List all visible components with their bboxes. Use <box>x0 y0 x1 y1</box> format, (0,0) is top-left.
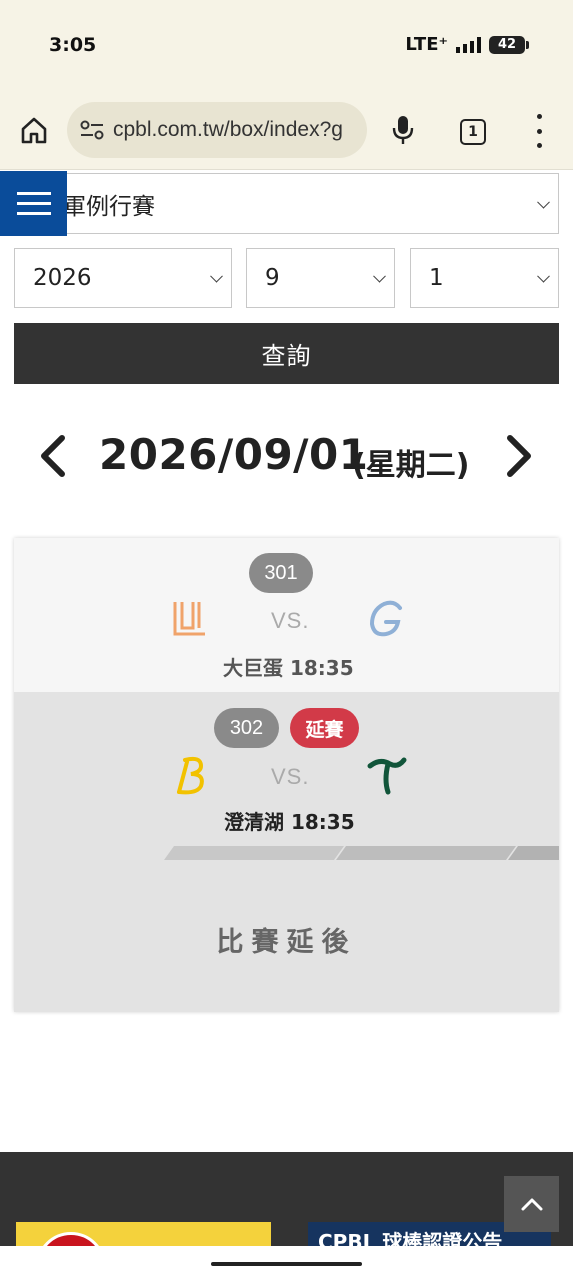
previous-day-icon[interactable] <box>38 434 68 478</box>
home-icon[interactable] <box>18 114 50 146</box>
chevron-down-icon <box>373 269 386 283</box>
site-settings-icon[interactable] <box>79 119 105 141</box>
day-select[interactable]: 1 <box>410 248 559 308</box>
game-number: 302 <box>214 708 279 748</box>
gesture-bar <box>0 1246 573 1280</box>
venue-time: 大巨蛋 18:35 <box>223 656 354 680</box>
game-type-value: 軍例行賽 <box>63 193 155 220</box>
year-value: 2026 <box>33 265 92 291</box>
game-card[interactable]: 302 延賽 VS. 澄清湖 18:35 比賽延後 <box>14 692 559 1012</box>
year-select[interactable]: 2026 <box>14 248 232 308</box>
microphone-icon[interactable] <box>390 114 416 146</box>
network-type: LTE⁺ <box>405 34 448 55</box>
vs-label: VS. <box>271 608 310 633</box>
chevron-down-icon <box>210 269 223 283</box>
browser-toolbar: cpbl.com.tw/box/index?g 1 <box>0 92 573 170</box>
month-value: 9 <box>265 265 280 291</box>
vs-label: VS. <box>271 764 310 789</box>
ul-logo-icon <box>173 602 205 636</box>
address-bar[interactable]: cpbl.com.tw/box/index?g <box>67 102 367 158</box>
b-logo-icon <box>177 756 204 795</box>
chevron-up-icon <box>521 1198 542 1211</box>
signal-icon <box>456 36 481 53</box>
url-text: cpbl.com.tw/box/index?g <box>113 118 343 141</box>
more-menu-icon[interactable] <box>535 114 543 148</box>
tab-switcher-button[interactable]: 1 <box>460 119 486 145</box>
home-gesture-pill[interactable] <box>211 1262 362 1266</box>
chevron-down-icon <box>537 269 550 283</box>
query-button[interactable]: 查詢 <box>14 323 559 384</box>
stripe-divider <box>164 846 559 860</box>
g-logo-icon <box>369 600 402 637</box>
status-time: 3:05 <box>49 34 97 56</box>
status-badge: 延賽 <box>290 708 359 748</box>
chevron-down-icon <box>537 195 550 209</box>
month-select[interactable]: 9 <box>246 248 395 308</box>
postponed-notice: 比賽延後 <box>216 927 357 958</box>
game-list: 301 VS. 大巨蛋 18:35 302 延賽 VS. 澄清湖 18:35 比… <box>14 538 559 1012</box>
next-day-icon[interactable] <box>504 434 534 478</box>
game-number: 301 <box>249 553 313 593</box>
battery-icon: 42 <box>489 35 529 54</box>
status-bar: 3:05 LTE⁺ 42 <box>0 0 573 92</box>
date-navigation: 2026/09/01 (星期二) <box>0 420 573 492</box>
back-to-top-button[interactable] <box>504 1176 559 1232</box>
game-type-select[interactable]: 軍例行賽 <box>14 173 559 234</box>
current-date: 2026/09/01 <box>99 430 369 479</box>
t-logo-icon <box>367 757 407 795</box>
current-weekday: (星期二) <box>352 448 470 483</box>
hamburger-menu-icon[interactable] <box>0 171 67 236</box>
day-value: 1 <box>429 265 444 291</box>
venue-time: 澄清湖 18:35 <box>224 810 355 834</box>
status-icons: LTE⁺ 42 <box>405 34 529 55</box>
game-card[interactable]: 301 VS. 大巨蛋 18:35 <box>14 538 559 692</box>
